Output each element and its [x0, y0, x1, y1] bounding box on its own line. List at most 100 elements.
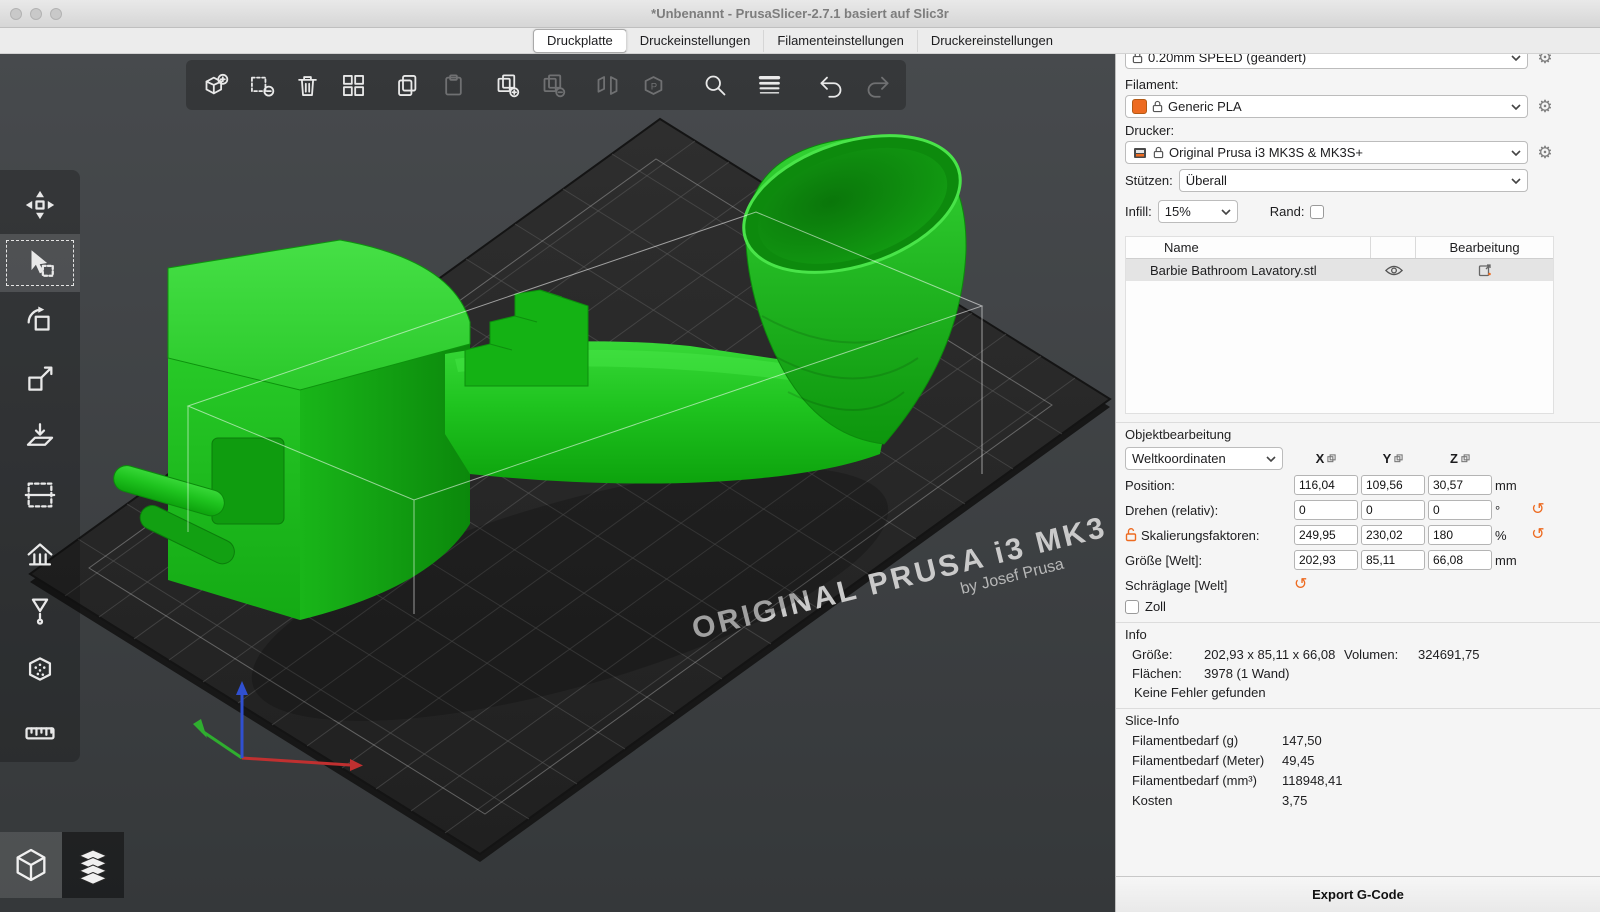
- paste-button[interactable]: [430, 62, 476, 108]
- chevron-down-icon: [1221, 208, 1231, 215]
- scale-x-input[interactable]: [1294, 525, 1358, 545]
- copy-button[interactable]: [384, 62, 430, 108]
- axis-z-header: Z: [1428, 451, 1492, 466]
- info-volume-value: 324691,75: [1418, 647, 1480, 662]
- position-z-input[interactable]: [1428, 475, 1492, 495]
- info-facets-value: 3978 (1 Wand): [1204, 666, 1290, 681]
- delete-all-button[interactable]: [284, 62, 330, 108]
- position-unit: mm: [1495, 477, 1517, 493]
- coordinate-system-select[interactable]: Weltkoordinaten: [1125, 447, 1283, 470]
- uniform-scale-lock-icon[interactable]: [1125, 528, 1137, 542]
- window-title: *Unbenannt - PrusaSlicer-2.7.1 basiert a…: [651, 6, 949, 21]
- inches-checkbox[interactable]: [1125, 599, 1139, 614]
- eye-icon: [1384, 265, 1403, 275]
- remove-instance-button[interactable]: [530, 62, 576, 108]
- slice-label: Kosten: [1132, 793, 1173, 808]
- visibility-toggle[interactable]: [1371, 265, 1416, 276]
- tab-filamenteinstellungen[interactable]: Filamenteinstellungen: [763, 29, 916, 52]
- place-on-face-tool-button[interactable]: [0, 408, 80, 466]
- printer-select[interactable]: Original Prusa i3 MK3S & MK3S+: [1125, 141, 1528, 164]
- lock-icon: [1153, 146, 1164, 159]
- tab-druckeinstellungen[interactable]: Druckeinstellungen: [625, 29, 764, 52]
- size-x-input[interactable]: [1294, 550, 1358, 570]
- slice-value: 147,50: [1282, 733, 1322, 748]
- rotation-label: Drehen (relativ):: [1125, 502, 1219, 518]
- printer-settings-gear-icon[interactable]: ⚙: [1534, 144, 1556, 161]
- paste-icon: [444, 73, 462, 95]
- delete-icon: [250, 76, 274, 97]
- tab-druckereinstellungen[interactable]: Druckereinstellungen: [916, 29, 1066, 52]
- brim-checkbox[interactable]: [1310, 204, 1325, 219]
- skew-reset-icon[interactable]: ↺: [1294, 577, 1324, 593]
- rotation-x-input[interactable]: [1294, 500, 1358, 520]
- print-settings-gear-icon[interactable]: ⚙: [1534, 54, 1556, 66]
- slice-info-row: Filamentbedarf (Meter) 49,45: [1116, 753, 1600, 768]
- filament-settings-gear-icon[interactable]: ⚙: [1534, 98, 1556, 115]
- move-tool-button[interactable]: [0, 176, 80, 234]
- printer-icon: [1134, 147, 1146, 158]
- delete-object-button[interactable]: [238, 62, 284, 108]
- rotate-tool-button[interactable]: [0, 292, 80, 350]
- slice-info-title: Slice-Info: [1125, 713, 1180, 728]
- scale-z-input[interactable]: [1428, 525, 1492, 545]
- object-list-header: Name Bearbeitung: [1126, 237, 1553, 259]
- minimize-button[interactable]: [30, 7, 42, 20]
- position-x-input[interactable]: [1294, 475, 1358, 495]
- split-to-objects-button[interactable]: [584, 62, 630, 108]
- 3d-scene-canvas[interactable]: ORIGINAL PRUSA i3 MK3 by Josef Prusa: [0, 54, 1115, 912]
- variable-layer-height-button[interactable]: [746, 62, 792, 108]
- cut-icon: [24, 482, 56, 508]
- split-objects-icon: [597, 75, 617, 95]
- preview-sliced-view-button[interactable]: [62, 832, 124, 898]
- fuzzy-skin-tool-button[interactable]: [0, 640, 80, 698]
- scale-tool-button[interactable]: [0, 350, 80, 408]
- object-row[interactable]: Barbie Bathroom Lavatory.stl: [1126, 259, 1553, 281]
- zoom-button[interactable]: [50, 7, 62, 20]
- scale-y-input[interactable]: [1361, 525, 1425, 545]
- object-settings-button[interactable]: [1416, 263, 1553, 277]
- size-z-input[interactable]: [1428, 550, 1492, 570]
- add-instance-button[interactable]: [484, 62, 530, 108]
- tab-druckplatte[interactable]: Druckplatte: [533, 28, 627, 53]
- brim-label: Rand:: [1269, 204, 1305, 219]
- skew-row: Schräglage [Welt] ↺: [1125, 577, 1592, 593]
- chevron-down-icon: [1511, 103, 1521, 110]
- split-to-parts-button[interactable]: P: [630, 62, 676, 108]
- rotation-y-input[interactable]: [1361, 500, 1425, 520]
- seam-icon: [31, 598, 49, 625]
- column-name: Name: [1126, 237, 1371, 258]
- arrange-button[interactable]: [330, 62, 376, 108]
- chevron-down-icon: [1511, 149, 1521, 156]
- supports-select[interactable]: Überall: [1178, 169, 1528, 192]
- view-mode-toggle: [0, 832, 124, 898]
- slice-label: Filamentbedarf (g): [1132, 733, 1239, 748]
- measure-tool-button[interactable]: [0, 698, 80, 756]
- rotation-row: Drehen (relativ): ° ↺: [1125, 500, 1592, 520]
- editor-3d-view-button[interactable]: [0, 832, 62, 898]
- add-object-button[interactable]: [192, 62, 238, 108]
- rotate-icon: [27, 306, 50, 331]
- 3d-viewport[interactable]: ORIGINAL PRUSA i3 MK3 by Josef Prusa P: [0, 54, 1115, 912]
- scale-reset-icon[interactable]: ↺: [1528, 527, 1548, 543]
- rotation-z-input[interactable]: [1428, 500, 1492, 520]
- search-button[interactable]: [692, 62, 738, 108]
- infill-select[interactable]: 15%: [1157, 200, 1238, 223]
- close-button[interactable]: [10, 7, 22, 20]
- select-cursor-icon: [31, 250, 54, 277]
- undo-button[interactable]: [808, 62, 854, 108]
- paint-supports-tool-button[interactable]: [0, 524, 80, 582]
- rotation-reset-icon[interactable]: ↺: [1528, 502, 1548, 518]
- print-profile-select[interactable]: 0.20mm SPEED (geändert): [1125, 54, 1528, 69]
- select-tool-button[interactable]: [0, 234, 80, 292]
- slice-info-row: Kosten 3,75: [1116, 793, 1600, 808]
- cut-tool-button[interactable]: [0, 466, 80, 524]
- filament-select[interactable]: Generic PLA: [1125, 95, 1528, 118]
- redo-button[interactable]: [854, 62, 900, 108]
- tab-bar: Druckplatte Druckeinstellungen Filamente…: [0, 28, 1600, 54]
- export-gcode-button[interactable]: Export G-Code: [1116, 876, 1600, 912]
- size-y-input[interactable]: [1361, 550, 1425, 570]
- seam-tool-button[interactable]: [0, 582, 80, 640]
- position-y-input[interactable]: [1361, 475, 1425, 495]
- info-facets-label: Flächen:: [1132, 666, 1182, 681]
- supports-label: Stützen:: [1125, 173, 1173, 188]
